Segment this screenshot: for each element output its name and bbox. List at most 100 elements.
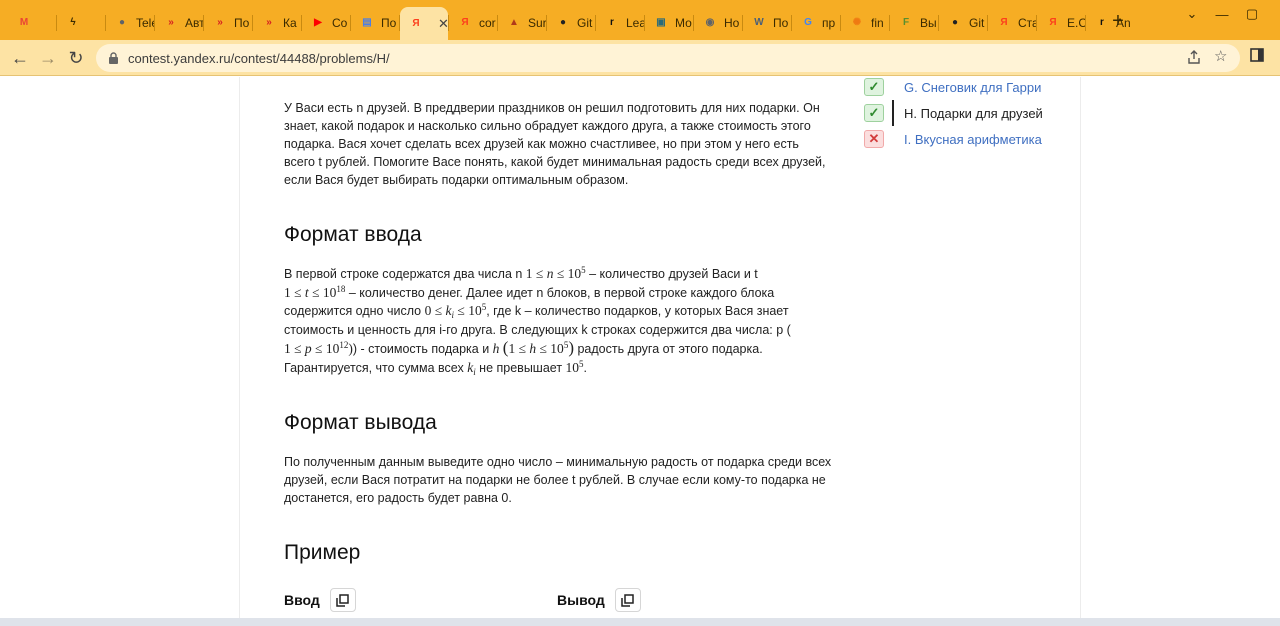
browser-tab[interactable]: r An bbox=[1086, 9, 1134, 36]
browser-tab[interactable]: » По bbox=[204, 9, 252, 36]
tab-label: Но bbox=[724, 15, 740, 30]
browser-tab[interactable]: W По bbox=[743, 9, 791, 36]
image-icon: ▲ bbox=[509, 17, 519, 28]
yandex-icon: Я bbox=[461, 17, 469, 28]
problem-item-h[interactable]: ✓ H. Подарки для друзей bbox=[864, 103, 1043, 123]
tab-label: Git bbox=[969, 15, 985, 30]
globe-icon: ● bbox=[118, 17, 126, 28]
input-format-text: В первой строке содержатся два числа n 1… bbox=[284, 265, 832, 378]
rejected-cross-icon: ✕ bbox=[864, 130, 884, 148]
browser-toolbar: ← → ↻ contest.yandex.ru/contest/44488/pr… bbox=[0, 40, 1280, 76]
output-format-heading: Формат вывода bbox=[284, 411, 437, 434]
browser-tab[interactable]: Gпр bbox=[792, 9, 840, 36]
tab-search-icon[interactable]: ⌄ bbox=[1184, 6, 1200, 22]
reload-icon[interactable]: ↻ bbox=[64, 46, 88, 70]
browser-tab[interactable]: ▤ По bbox=[351, 9, 399, 36]
share-icon[interactable] bbox=[1186, 49, 1202, 69]
problem-link[interactable]: G. Снеговик для Гарри bbox=[904, 80, 1041, 95]
document-icon: ▤ bbox=[362, 17, 372, 28]
tab-label: По bbox=[381, 15, 397, 30]
problem-link-current[interactable]: H. Подарки для друзей bbox=[904, 106, 1043, 121]
browser-tab[interactable]: ▣ Мо bbox=[645, 9, 693, 36]
maximize-window-button[interactable]: ▢ bbox=[1244, 6, 1260, 22]
example-output-header: Вывод bbox=[557, 588, 641, 612]
leetcode-icon: r bbox=[1100, 17, 1104, 28]
bookmark-star-icon[interactable]: ☆ bbox=[1214, 47, 1227, 65]
output-format-text: По полученным данным выведите одно число… bbox=[284, 455, 832, 505]
problem-page: У Васи есть n друзей. В преддверии празд… bbox=[0, 77, 1280, 618]
browser-tab[interactable]: F Вы bbox=[890, 9, 938, 36]
example-heading: Пример bbox=[284, 541, 361, 564]
yandex-practicum-icon: » bbox=[266, 17, 272, 28]
browser-tab[interactable]: » Авт bbox=[155, 9, 203, 36]
problem-item-g[interactable]: ✓ G. Снеговик для Гарри bbox=[864, 77, 1041, 97]
input-format-heading: Формат ввода bbox=[284, 223, 422, 246]
example-input-header: Ввод bbox=[284, 588, 356, 612]
github-icon: ● bbox=[951, 17, 959, 28]
accepted-check-icon: ✓ bbox=[864, 78, 884, 96]
right-margin bbox=[1080, 77, 1280, 618]
tab-label: Авт bbox=[185, 15, 203, 30]
tab-label: Ка bbox=[283, 15, 297, 30]
browser-tab[interactable]: » Ка bbox=[253, 9, 301, 36]
math-n-range: 1 ≤ n ≤ 105 bbox=[525, 265, 586, 282]
problem-link[interactable]: I. Вкусная арифметика bbox=[904, 132, 1042, 147]
browser-tab[interactable]: ✺ fin bbox=[841, 9, 889, 36]
tab-label: пр bbox=[822, 15, 836, 30]
browser-tab[interactable]: ▲ Sur bbox=[498, 9, 546, 36]
browser-tab[interactable]: Я ✕ bbox=[400, 7, 448, 40]
input-text-part: радость друга от этого подарка. bbox=[573, 342, 763, 357]
tab-label: Lea bbox=[626, 15, 644, 30]
close-tab-icon[interactable]: ✕ bbox=[438, 16, 448, 32]
side-panel-icon[interactable] bbox=[1250, 48, 1264, 66]
problem-item-i[interactable]: ✕ I. Вкусная арифметика bbox=[864, 129, 1042, 149]
browser-tab[interactable]: ◉ Но bbox=[694, 9, 742, 36]
tab-label: Sur bbox=[528, 15, 546, 30]
github-icon: ● bbox=[559, 17, 567, 28]
math-k-sum: ki bbox=[467, 359, 476, 377]
tab-label: Со bbox=[332, 15, 348, 30]
browser-tab[interactable]: M bbox=[8, 9, 56, 36]
yandex-practicum-icon: » bbox=[217, 17, 223, 28]
copy-input-button[interactable] bbox=[329, 588, 356, 612]
yandex-icon: Я bbox=[1049, 17, 1057, 28]
bolt-icon: ϟ bbox=[70, 17, 76, 28]
browser-tab[interactable]: ● Git bbox=[939, 9, 987, 36]
browser-tab[interactable]: ▶ Со bbox=[302, 9, 350, 36]
tab-label: Мо bbox=[675, 15, 692, 30]
input-text-part: ) - стоимость подарка и bbox=[352, 342, 493, 357]
left-margin bbox=[0, 77, 240, 618]
browser-tab[interactable]: ● Git bbox=[547, 9, 595, 36]
back-icon[interactable]: ← bbox=[8, 46, 32, 70]
input-text-part: . bbox=[583, 360, 588, 375]
google-icon: G bbox=[804, 17, 812, 28]
browser-tab[interactable]: r Lea bbox=[596, 9, 644, 36]
tab-label: Tele bbox=[136, 15, 154, 30]
os-taskbar bbox=[0, 618, 1280, 626]
browser-tab[interactable]: Я Ста bbox=[988, 9, 1036, 36]
browser-tab[interactable]: ● Tele bbox=[106, 9, 154, 36]
url-text: contest.yandex.ru/contest/44488/problems… bbox=[128, 50, 390, 66]
input-text-part: не превышает bbox=[475, 360, 566, 375]
input-text-part: Гарантируется, что сумма всех bbox=[284, 360, 468, 375]
chrome-icon: ◉ bbox=[705, 17, 715, 28]
forward-icon[interactable]: → bbox=[36, 46, 60, 70]
browser-tab[interactable]: Я Е.С bbox=[1037, 9, 1085, 36]
yandex-icon: Я bbox=[1000, 17, 1008, 28]
example-input-label: Ввод bbox=[284, 592, 320, 608]
lock-icon[interactable] bbox=[106, 51, 120, 65]
tab-label: Е.С bbox=[1067, 15, 1085, 30]
math-t-range: 1 ≤ t ≤ 1018 bbox=[284, 283, 346, 300]
example-output-label: Вывод bbox=[557, 592, 605, 608]
math-k-range: 0 ≤ ki ≤ 105 bbox=[424, 302, 487, 321]
problem-intro: У Васи есть n друзей. В преддверии празд… bbox=[284, 101, 826, 187]
browser-tab[interactable]: ϟ bbox=[57, 9, 105, 36]
copy-output-button[interactable] bbox=[614, 588, 641, 612]
monitor-icon: ▣ bbox=[656, 17, 666, 28]
yandex-practicum-icon: » bbox=[168, 17, 174, 28]
input-text-part: – количество друзей Васи и t bbox=[585, 267, 758, 281]
math-p-range: 1 ≤ p ≤ 1012) bbox=[284, 340, 353, 357]
browser-tab[interactable]: Яcor bbox=[449, 9, 497, 36]
minimize-window-button[interactable]: — bbox=[1214, 6, 1230, 22]
address-bar[interactable]: contest.yandex.ru/contest/44488/problems… bbox=[96, 44, 1240, 72]
